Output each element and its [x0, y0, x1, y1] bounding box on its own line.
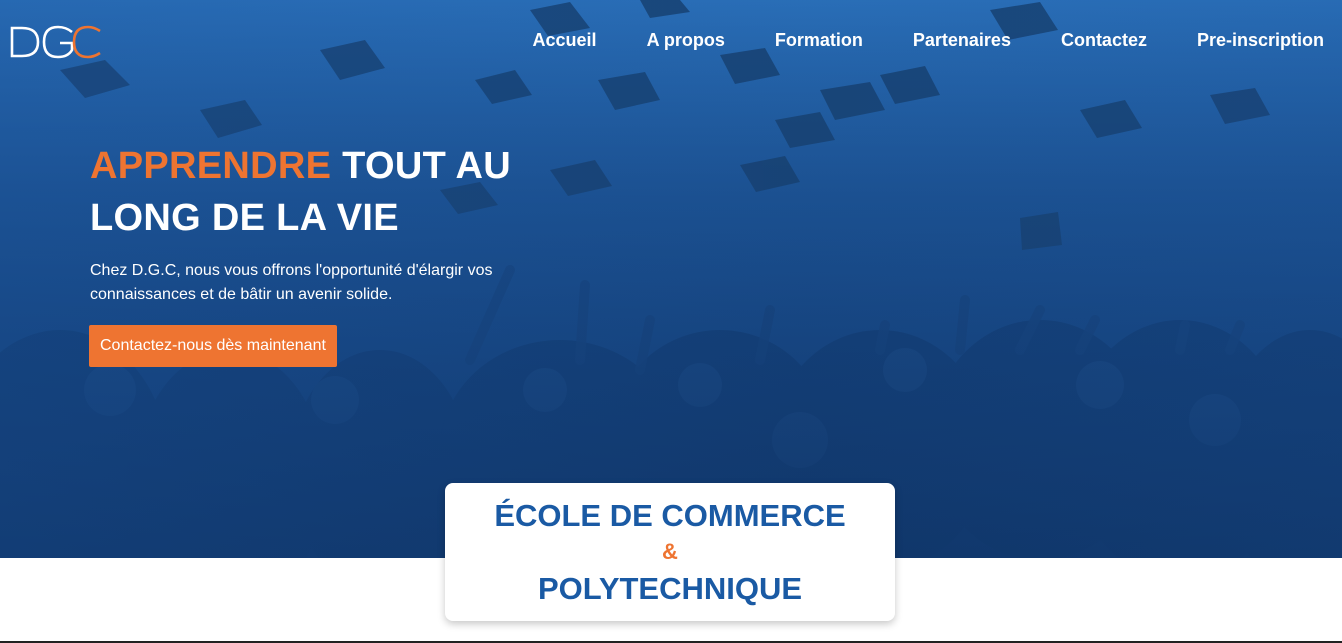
hero-headline-accent: APPRENDRE [90, 145, 332, 187]
school-card: ÉCOLE DE COMMERCE & POLYTECHNIQUE [445, 483, 895, 621]
hero-subtext: Chez D.G.C, nous vous offrons l'opportun… [90, 262, 493, 303]
card-title-polytechnique: POLYTECHNIQUE [537, 571, 803, 606]
contact-cta-button[interactable]: Contactez-nous dès maintenant [89, 325, 337, 367]
page: Accueil A propos Formation Partenaires C… [0, 0, 1342, 643]
nav-item-contactez[interactable]: Contactez [1061, 30, 1147, 51]
hero-headline: APPRENDRE TOUT AU LONG DE LA VIE [90, 140, 550, 244]
nav-item-accueil[interactable]: Accueil [533, 30, 597, 51]
nav-item-partenaires[interactable]: Partenaires [913, 30, 1011, 51]
hero-section: Accueil A propos Formation Partenaires C… [0, 0, 1342, 558]
card-ampersand: & [662, 539, 678, 564]
nav-item-formation[interactable]: Formation [775, 30, 863, 51]
nav-item-a-propos[interactable]: A propos [647, 30, 725, 51]
nav-item-pre-inscription[interactable]: Pre-inscription [1197, 30, 1324, 51]
main-nav: Accueil A propos Formation Partenaires C… [533, 30, 1324, 51]
card-title-commerce: ÉCOLE DE COMMERCE [494, 498, 846, 533]
dgc-logo[interactable] [8, 22, 104, 62]
